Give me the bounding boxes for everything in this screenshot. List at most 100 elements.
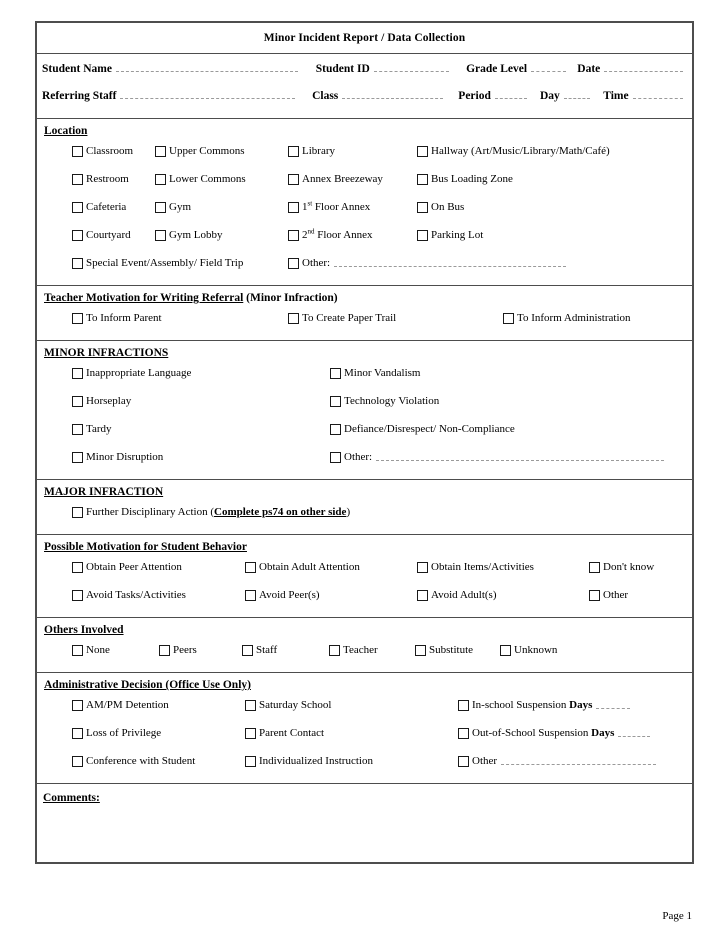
checkbox-icon[interactable] — [288, 258, 299, 269]
motivation-checkbox-obtain-items-activities[interactable]: Obtain Items/Activities — [417, 561, 534, 574]
checkbox-icon[interactable] — [330, 396, 341, 407]
checkbox-icon[interactable] — [245, 756, 256, 767]
minor-infraction-checkbox-defiance[interactable]: Defiance/Disrespect/ Non-Compliance — [330, 423, 515, 436]
checkbox-icon[interactable] — [72, 174, 83, 185]
date-input[interactable] — [604, 61, 683, 72]
major-infraction-checkbox-further-disciplinary-action[interactable]: Further Disciplinary Action (Complete ps… — [72, 506, 350, 519]
checkbox-icon[interactable] — [72, 396, 83, 407]
checkbox-icon[interactable] — [72, 258, 83, 269]
checkbox-icon[interactable] — [72, 700, 83, 711]
admin-checkbox-loss-of-privilege[interactable]: Loss of Privilege — [72, 727, 161, 740]
location-checkbox-special-event[interactable]: Special Event/Assembly/ Field Trip — [72, 257, 243, 270]
student-name-input[interactable] — [115, 61, 299, 72]
teacher-motivation-checkbox-paper-trail[interactable]: To Create Paper Trail — [288, 312, 396, 325]
admin-checkbox-conference-with-student[interactable]: Conference with Student — [72, 755, 195, 768]
admin-checkbox-individualized-instruction[interactable]: Individualized Instruction — [245, 755, 373, 768]
location-checkbox-classroom[interactable]: Classroom — [72, 145, 133, 158]
admin-checkbox-saturday-school[interactable]: Saturday School — [245, 699, 331, 712]
checkbox-icon[interactable] — [589, 562, 600, 573]
location-other-input[interactable] — [334, 257, 567, 267]
checkbox-icon[interactable] — [417, 590, 428, 601]
minor-infraction-checkbox-technology-violation[interactable]: Technology Violation — [330, 395, 439, 408]
location-checkbox-restroom[interactable]: Restroom — [72, 173, 129, 186]
checkbox-icon[interactable] — [503, 313, 514, 324]
time-input[interactable] — [632, 88, 684, 99]
checkbox-icon[interactable] — [72, 202, 83, 213]
checkbox-icon[interactable] — [155, 174, 166, 185]
location-checkbox-lower-commons[interactable]: Lower Commons — [155, 173, 246, 186]
location-checkbox-library[interactable]: Library — [288, 145, 335, 158]
comments-area[interactable]: Comments: — [37, 784, 692, 862]
minor-infraction-checkbox-horseplay[interactable]: Horseplay — [72, 395, 131, 408]
admin-checkbox-am-pm-detention[interactable]: AM/PM Detention — [72, 699, 169, 712]
minor-infraction-checkbox-tardy[interactable]: Tardy — [72, 423, 112, 436]
checkbox-icon[interactable] — [159, 645, 170, 656]
location-checkbox-annex-breezeway[interactable]: Annex Breezeway — [288, 173, 383, 186]
checkbox-icon[interactable] — [245, 590, 256, 601]
checkbox-icon[interactable] — [72, 645, 83, 656]
teacher-motivation-checkbox-inform-administration[interactable]: To Inform Administration — [503, 312, 631, 325]
checkbox-icon[interactable] — [329, 645, 340, 656]
class-input[interactable] — [342, 88, 444, 99]
motivation-checkbox-dont-know[interactable]: Don't know — [589, 561, 654, 574]
location-checkbox-hallway[interactable]: Hallway (Art/Music/Library/Math/Café) — [417, 145, 610, 158]
referring-staff-input[interactable] — [120, 88, 295, 99]
motivation-checkbox-obtain-adult-attention[interactable]: Obtain Adult Attention — [245, 561, 360, 574]
student-id-input[interactable] — [373, 61, 449, 72]
location-checkbox-other[interactable]: Other: — [288, 257, 567, 270]
location-checkbox-gym[interactable]: Gym — [155, 201, 191, 214]
minor-infraction-checkbox-minor-vandalism[interactable]: Minor Vandalism — [330, 367, 421, 380]
checkbox-icon[interactable] — [72, 507, 83, 518]
checkbox-icon[interactable] — [72, 313, 83, 324]
admin-other-input[interactable] — [501, 755, 657, 765]
minor-infraction-checkbox-minor-disruption[interactable]: Minor Disruption — [72, 451, 163, 464]
checkbox-icon[interactable] — [155, 230, 166, 241]
checkbox-icon[interactable] — [330, 452, 341, 463]
others-involved-checkbox-substitute[interactable]: Substitute — [415, 644, 473, 657]
checkbox-icon[interactable] — [245, 700, 256, 711]
checkbox-icon[interactable] — [288, 313, 299, 324]
motivation-checkbox-avoid-peers[interactable]: Avoid Peer(s) — [245, 589, 320, 602]
others-involved-checkbox-peers[interactable]: Peers — [159, 644, 197, 657]
checkbox-icon[interactable] — [417, 202, 428, 213]
checkbox-icon[interactable] — [288, 230, 299, 241]
checkbox-icon[interactable] — [458, 756, 469, 767]
others-involved-checkbox-none[interactable]: None — [72, 644, 110, 657]
location-checkbox-gym-lobby[interactable]: Gym Lobby — [155, 229, 222, 242]
checkbox-icon[interactable] — [417, 174, 428, 185]
in-school-suspension-days-input[interactable] — [596, 699, 631, 709]
checkbox-icon[interactable] — [72, 368, 83, 379]
admin-checkbox-parent-contact[interactable]: Parent Contact — [245, 727, 324, 740]
checkbox-icon[interactable] — [72, 452, 83, 463]
checkbox-icon[interactable] — [72, 424, 83, 435]
checkbox-icon[interactable] — [72, 562, 83, 573]
checkbox-icon[interactable] — [417, 562, 428, 573]
checkbox-icon[interactable] — [72, 146, 83, 157]
location-checkbox-courtyard[interactable]: Courtyard — [72, 229, 131, 242]
checkbox-icon[interactable] — [72, 756, 83, 767]
checkbox-icon[interactable] — [245, 728, 256, 739]
motivation-checkbox-obtain-peer-attention[interactable]: Obtain Peer Attention — [72, 561, 182, 574]
checkbox-icon[interactable] — [72, 728, 83, 739]
location-checkbox-upper-commons[interactable]: Upper Commons — [155, 145, 244, 158]
checkbox-icon[interactable] — [155, 202, 166, 213]
out-of-school-suspension-days-input[interactable] — [618, 727, 651, 737]
minor-infraction-checkbox-inappropriate-language[interactable]: Inappropriate Language — [72, 367, 191, 380]
checkbox-icon[interactable] — [458, 700, 469, 711]
teacher-motivation-checkbox-inform-parent[interactable]: To Inform Parent — [72, 312, 162, 325]
checkbox-icon[interactable] — [500, 645, 511, 656]
checkbox-icon[interactable] — [242, 645, 253, 656]
grade-level-input[interactable] — [531, 61, 566, 72]
day-input[interactable] — [563, 88, 590, 99]
location-checkbox-bus-loading-zone[interactable]: Bus Loading Zone — [417, 173, 513, 186]
checkbox-icon[interactable] — [72, 590, 83, 601]
checkbox-icon[interactable] — [288, 202, 299, 213]
others-involved-checkbox-unknown[interactable]: Unknown — [500, 644, 557, 657]
checkbox-icon[interactable] — [417, 230, 428, 241]
motivation-checkbox-avoid-adults[interactable]: Avoid Adult(s) — [417, 589, 497, 602]
checkbox-icon[interactable] — [330, 424, 341, 435]
location-checkbox-on-bus[interactable]: On Bus — [417, 201, 464, 214]
others-involved-checkbox-staff[interactable]: Staff — [242, 644, 277, 657]
admin-checkbox-out-of-school-suspension[interactable]: Out-of-School Suspension Days — [458, 727, 651, 740]
motivation-checkbox-avoid-tasks-activities[interactable]: Avoid Tasks/Activities — [72, 589, 186, 602]
